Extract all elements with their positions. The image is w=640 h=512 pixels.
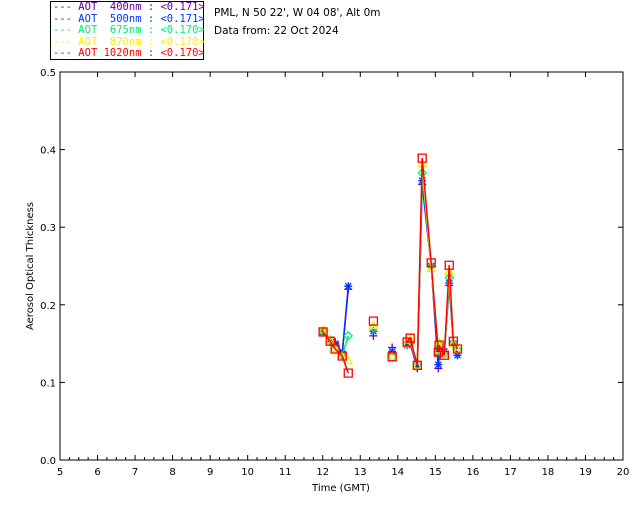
x-tick-label: 14 [391,467,404,478]
x-tick-label: 11 [279,467,292,478]
x-tick-label: 15 [429,467,442,478]
x-tick-label: 5 [57,467,63,478]
chart-container: --- AOT 400nm : <0.171> --- AOT 500nm : … [0,0,640,512]
series-line-segment [430,262,440,353]
y-tick-label: 0.2 [40,301,56,312]
y-tick-label: 0.3 [40,223,56,234]
data-point-asterisk [434,360,443,369]
x-tick-label: 17 [504,467,517,478]
y-tick-label: 0.5 [40,68,56,79]
x-tick-label: 6 [94,467,100,478]
x-tick-label: 10 [241,467,254,478]
series-line-segment [421,158,432,263]
x-tick-label: 20 [617,467,630,478]
y-tick-label: 0.4 [40,146,56,157]
x-tick-label: 16 [466,467,479,478]
x-tick-label: 13 [354,467,367,478]
y-axis-label: Aerosol Optical Thickness [25,202,36,330]
x-tick-label: 8 [169,467,175,478]
y-tick-label: 0.1 [40,378,56,389]
series-line-segment [416,158,423,366]
x-tick-label: 12 [316,467,329,478]
plot: 5 6 7 8 9 10 11 12 13 14 15 16 17 18 19 20 0.0 0.1 0.2 0.3 0… [25,68,630,494]
x-tick-label: 18 [542,467,555,478]
data-point-asterisk [344,282,353,291]
y-tick-label: 0.0 [40,456,56,467]
x-tick-label: 7 [132,467,138,478]
plot-frame [59,71,624,461]
series-3 [317,158,463,369]
x-tick-label: 9 [207,467,213,478]
x-tick-label: 19 [579,467,592,478]
data-point-asterisk [388,347,397,356]
x-axis-label: Time (GMT) [311,483,370,494]
